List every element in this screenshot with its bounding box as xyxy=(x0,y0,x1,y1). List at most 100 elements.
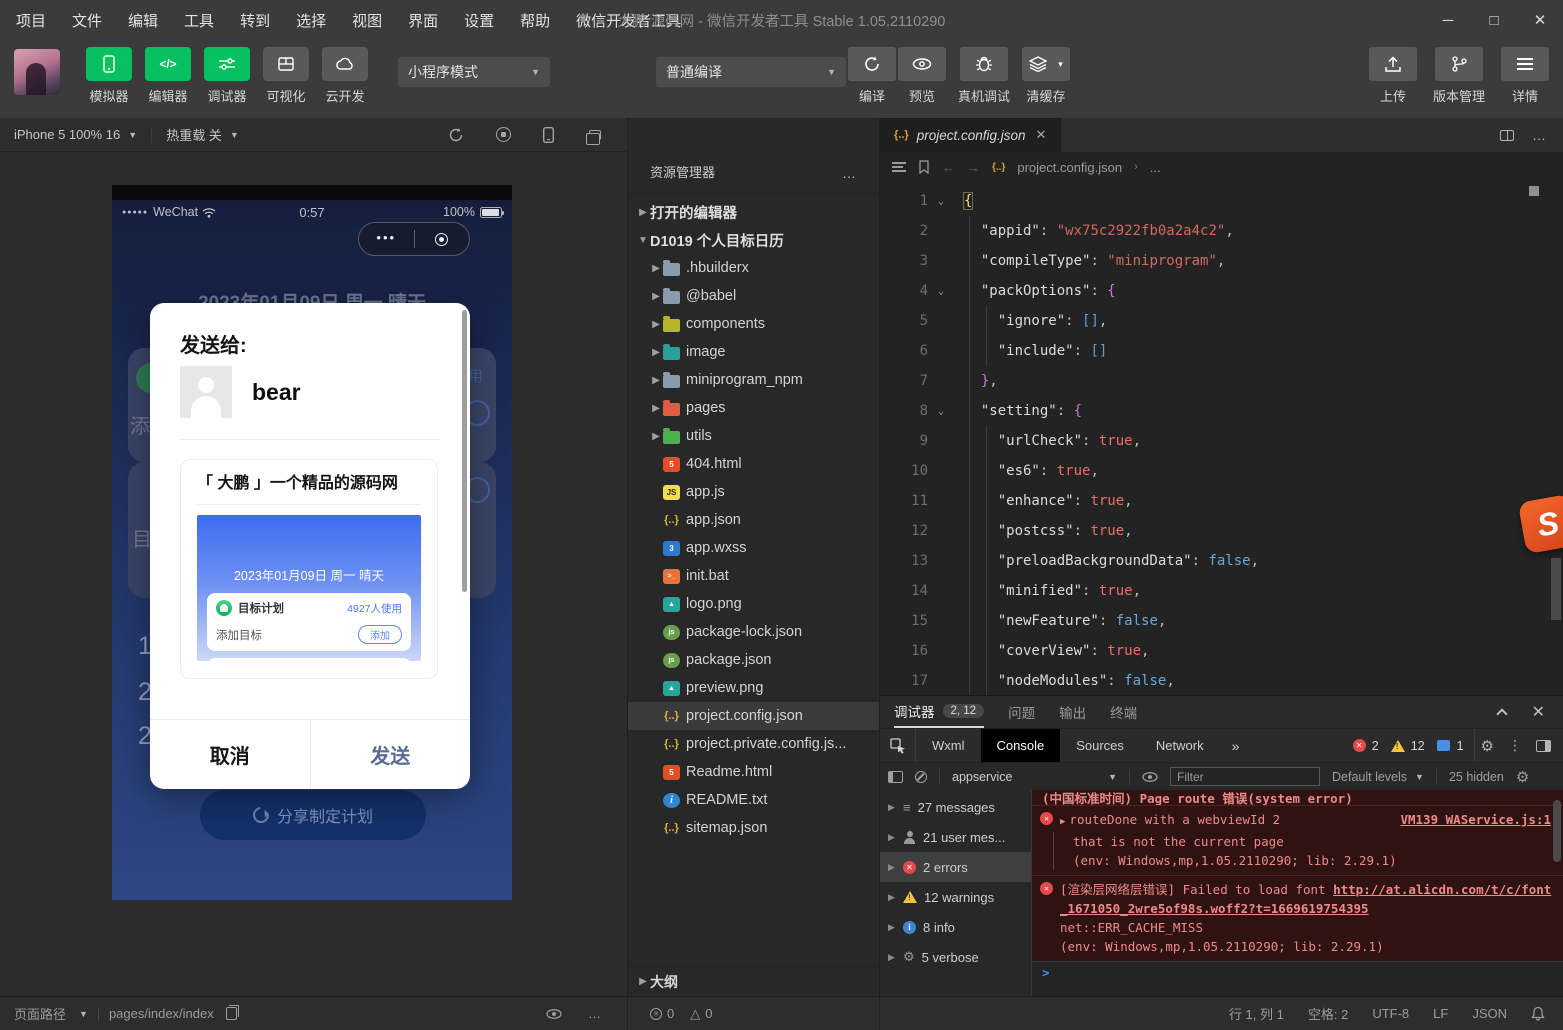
file-logo.png[interactable]: ▲logo.png xyxy=(628,590,879,618)
preview-button[interactable]: 预览 xyxy=(898,47,946,105)
cursor-position[interactable]: 行 1, 列 1 xyxy=(1229,1004,1284,1023)
more-tabs-icon[interactable]: » xyxy=(1220,729,1252,762)
editor-scrollbar[interactable] xyxy=(1551,558,1561,620)
gear-icon[interactable]: ⚙ xyxy=(1481,737,1494,755)
inspect-element-icon[interactable] xyxy=(880,729,916,762)
device-debug-button[interactable]: 真机调试 xyxy=(958,47,1010,105)
console-prompt[interactable]: > xyxy=(1032,961,1563,983)
user-avatar[interactable] xyxy=(14,49,60,95)
file-preview.png[interactable]: ▲preview.png xyxy=(628,674,879,702)
indentation[interactable]: 空格: 2 xyxy=(1308,1004,1348,1023)
panel-tab-调试器[interactable]: 调试器2, 12 xyxy=(894,696,984,728)
devtools-tab-wxml[interactable]: Wxml xyxy=(916,729,981,762)
more-icon[interactable]: … xyxy=(588,1006,601,1021)
exit-button[interactable] xyxy=(415,233,470,246)
menu-设置[interactable]: 设置 xyxy=(464,10,494,31)
more-button[interactable]: ••• xyxy=(359,230,414,249)
toggle-simulator[interactable]: 模拟器 xyxy=(86,47,132,105)
fold-chevron-icon[interactable]: ⌄ xyxy=(928,286,954,297)
toggle-editor[interactable]: </> 编辑器 xyxy=(145,47,191,105)
share-plan-button[interactable]: 分享制定计划 xyxy=(200,790,426,840)
file-app.json[interactable]: {..}app.json xyxy=(628,506,879,534)
phone-frame-icon[interactable] xyxy=(543,127,554,143)
bell-icon[interactable] xyxy=(1531,1006,1545,1021)
console-filter-error[interactable]: ▶✕2 errors xyxy=(880,852,1031,882)
menu-视图[interactable]: 视图 xyxy=(352,10,382,31)
forward-icon[interactable]: → xyxy=(967,160,980,175)
devtools-tab-sources[interactable]: Sources xyxy=(1060,729,1140,762)
hot-reload-select[interactable]: 热重载 关▼ xyxy=(166,125,239,144)
console-scrollbar[interactable] xyxy=(1553,800,1561,862)
menu-帮助[interactable]: 帮助 xyxy=(520,10,550,31)
file-package.json[interactable]: jspackage.json xyxy=(628,646,879,674)
dock-side-icon[interactable] xyxy=(1536,740,1551,752)
compile-button[interactable]: 编译 xyxy=(848,47,896,105)
context-select[interactable]: appservice▼ xyxy=(952,770,1117,784)
compile-mode-select[interactable]: 普通编译▼ xyxy=(656,57,846,87)
eol[interactable]: LF xyxy=(1433,1006,1448,1021)
restart-icon[interactable] xyxy=(448,127,464,143)
panel-tab-终端[interactable]: 终端 xyxy=(1110,696,1137,728)
clear-cache-button[interactable]: ▾ 清缓存 xyxy=(1022,47,1070,105)
console-error-message[interactable]: ✕ ▶routeDone with a webviewId 2 that is … xyxy=(1032,805,1563,875)
details-button[interactable]: 详情 xyxy=(1501,47,1549,105)
split-editor-icon[interactable] xyxy=(1500,130,1514,141)
panel-tab-问题[interactable]: 问题 xyxy=(1008,696,1035,728)
project-root[interactable]: ▼D1019 个人目标日历 xyxy=(628,226,879,254)
folder-miniprogram_npm[interactable]: ▶miniprogram_npm xyxy=(628,366,879,394)
close-tab-icon[interactable]: ✕ xyxy=(1036,127,1047,143)
file-app.wxss[interactable]: 3app.wxss xyxy=(628,534,879,562)
maximize-button[interactable]: □ xyxy=(1471,0,1517,40)
cancel-button[interactable]: 取消 xyxy=(150,720,310,789)
levels-select[interactable]: Default levels▼ xyxy=(1332,770,1424,784)
filter-input[interactable] xyxy=(1170,767,1320,786)
menu-选择[interactable]: 选择 xyxy=(296,10,326,31)
menu-文件[interactable]: 文件 xyxy=(72,10,102,31)
back-icon[interactable]: ← xyxy=(942,160,955,175)
problems-warnings[interactable]: △0 xyxy=(690,1006,712,1022)
page-path-select[interactable]: 页面路径▼ xyxy=(14,1004,88,1023)
folder-utils[interactable]: ▶utils xyxy=(628,422,879,450)
phone-screen[interactable]: ●●●●● WeChat 0:57 100% ••• xyxy=(112,185,512,900)
file-app.js[interactable]: JSapp.js xyxy=(628,478,879,506)
menu-转到[interactable]: 转到 xyxy=(240,10,270,31)
folder-.hbuilderx[interactable]: ▶.hbuilderx xyxy=(628,254,879,282)
device-select[interactable]: iPhone 5 100% 16▼ xyxy=(14,127,137,142)
fold-chevron-icon[interactable]: ⌄ xyxy=(928,406,954,417)
folder-pages[interactable]: ▶pages xyxy=(628,394,879,422)
mode-select[interactable]: 小程序模式▼ xyxy=(398,57,550,87)
outline-icon[interactable] xyxy=(892,162,906,172)
eye-icon[interactable] xyxy=(546,1009,562,1019)
folder-@babel[interactable]: ▶@babel xyxy=(628,282,879,310)
file-README.txt[interactable]: iREADME.txt xyxy=(628,786,879,814)
panel-tab-输出[interactable]: 输出 xyxy=(1059,696,1086,728)
more-icon[interactable]: … xyxy=(1532,127,1547,143)
file-project.config.json[interactable]: {..}project.config.json xyxy=(628,702,879,730)
console-error-message[interactable]: ✕ [渲染层网络层错误] Failed to load font http://… xyxy=(1032,875,1563,961)
breadcrumb-more[interactable]: ... xyxy=(1150,160,1161,175)
folder-image[interactable]: ▶image xyxy=(628,338,879,366)
code-editor[interactable]: 1⌄{2 "appid": "wx75c2922fb0a2a4c2",3 "co… xyxy=(880,182,1563,695)
dialog-scrollbar[interactable] xyxy=(462,310,467,592)
close-panel-icon[interactable]: ✕ xyxy=(1532,702,1545,722)
console-filter-warning[interactable]: ▶12 warnings xyxy=(880,882,1031,912)
folder-components[interactable]: ▶components xyxy=(628,310,879,338)
menu-项目[interactable]: 项目 xyxy=(16,10,46,31)
problems-errors[interactable]: ✕0 xyxy=(650,1006,674,1021)
encoding[interactable]: UTF-8 xyxy=(1372,1006,1409,1021)
file-404.html[interactable]: 5404.html xyxy=(628,450,879,478)
upload-button[interactable]: 上传 xyxy=(1369,47,1417,105)
editor-tab[interactable]: project.config.json ✕ xyxy=(880,118,1061,152)
close-button[interactable]: ✕ xyxy=(1517,0,1563,40)
gear-icon[interactable]: ⚙ xyxy=(1516,768,1529,786)
console-filter-info[interactable]: ▶i8 info xyxy=(880,912,1031,942)
breadcrumb-file[interactable]: project.config.json xyxy=(1017,160,1122,175)
file-Readme.html[interactable]: 5Readme.html xyxy=(628,758,879,786)
console-filter-list[interactable]: ▶≡27 messages xyxy=(880,792,1031,822)
bookmark-icon[interactable] xyxy=(918,160,930,174)
menu-微信开发者工具[interactable]: 微信开发者工具 xyxy=(576,10,681,31)
collapse-icon[interactable] xyxy=(1496,708,1507,719)
menu-编辑[interactable]: 编辑 xyxy=(128,10,158,31)
stop-icon[interactable] xyxy=(496,127,511,142)
fold-chevron-icon[interactable]: ⌄ xyxy=(928,196,954,207)
